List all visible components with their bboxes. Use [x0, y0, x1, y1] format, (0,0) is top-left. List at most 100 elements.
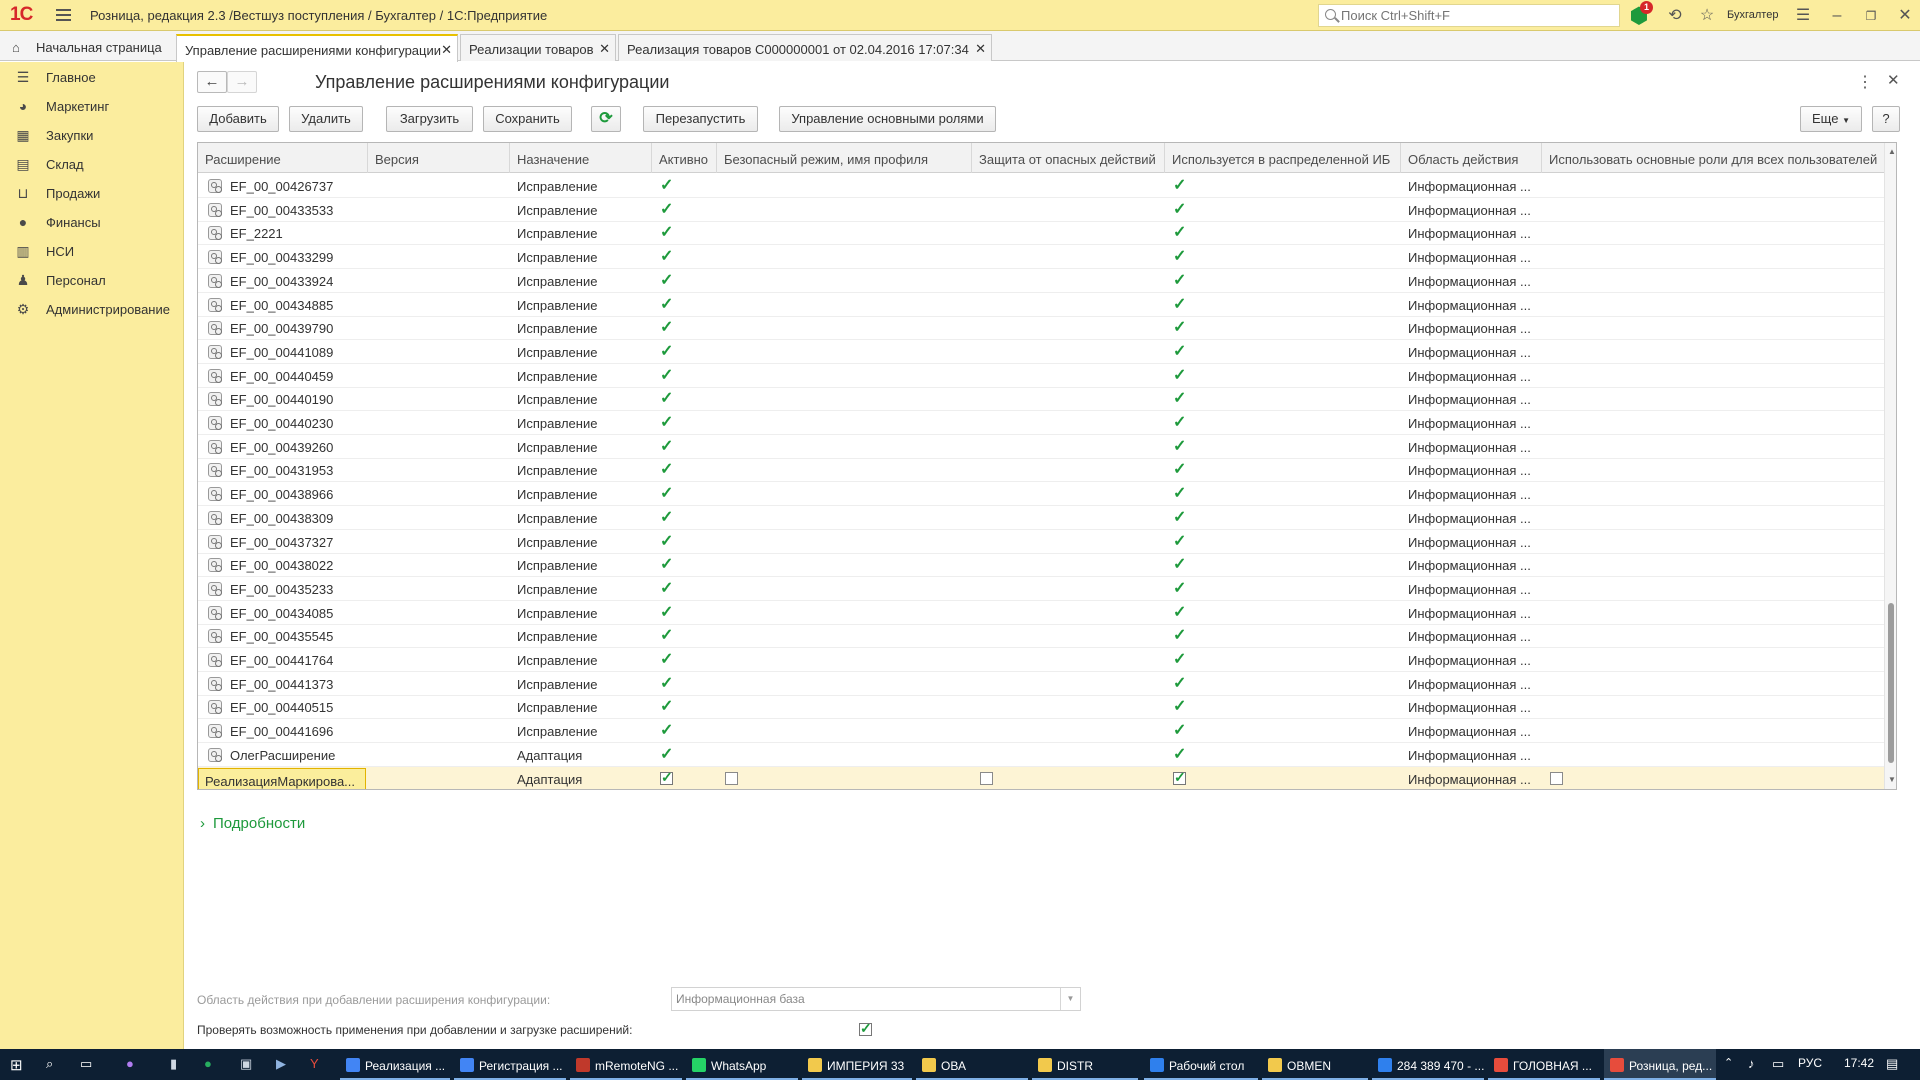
windows-start-icon[interactable]: ⊞	[10, 1056, 23, 1074]
taskbar-app[interactable]: Регистрация ...	[454, 1049, 566, 1080]
use-roles-cell[interactable]	[1542, 340, 1884, 364]
use-roles-cell[interactable]	[1542, 364, 1884, 388]
distributed-cell[interactable]: ✓	[1165, 387, 1401, 411]
purpose-cell[interactable]: Исправление	[510, 316, 652, 340]
table-row[interactable]: EF_00_00441764 Исправление ✓ ✓ Информационна…	[198, 648, 1884, 672]
favorites-star-icon[interactable]: ☆	[1696, 5, 1718, 27]
use-roles-cell[interactable]	[1542, 269, 1884, 293]
taskbar-app[interactable]: ИМПЕРИЯ 33	[802, 1049, 912, 1080]
sidebar-item-purchases[interactable]: ▦ Закупки	[0, 120, 184, 150]
protection-cell[interactable]	[972, 601, 1165, 625]
purpose-cell[interactable]: Исправление	[510, 340, 652, 364]
version-cell[interactable]	[368, 458, 510, 482]
scope-cell[interactable]: Информационная ...	[1401, 364, 1542, 388]
restore-icon[interactable]: ❐	[1860, 5, 1882, 27]
clock[interactable]: 17:42	[1844, 1056, 1874, 1070]
extension-name-cell[interactable]: EF_00_00433924	[198, 269, 368, 293]
extension-name-cell[interactable]: EF_00_00441696	[198, 719, 368, 743]
extension-name-cell[interactable]: EF_2221	[198, 221, 368, 245]
extension-name-cell[interactable]: EF_00_00441764	[198, 648, 368, 672]
active-cell[interactable]: ✓	[652, 293, 717, 317]
purpose-cell[interactable]: Исправление	[510, 624, 652, 648]
scope-cell[interactable]: Информационная ...	[1401, 198, 1542, 222]
safe-mode-cell[interactable]	[717, 411, 972, 435]
use-roles-cell[interactable]	[1542, 435, 1884, 459]
distributed-cell[interactable]: ✓	[1165, 435, 1401, 459]
active-cell[interactable]: ✓	[652, 672, 717, 696]
pinned-app-icon[interactable]: ▣	[240, 1056, 252, 1072]
active-cell[interactable]: ✓	[652, 411, 717, 435]
version-cell[interactable]	[368, 648, 510, 672]
verify-checkbox[interactable]	[859, 1020, 872, 1037]
scope-cell[interactable]: Информационная ...	[1401, 719, 1542, 743]
scope-cell[interactable]: Информационная ...	[1401, 245, 1542, 269]
version-cell[interactable]	[368, 743, 510, 767]
extension-name-cell[interactable]: EF_00_00435233	[198, 577, 368, 601]
tab-sales-list[interactable]: Реализации товаров ✕	[460, 34, 616, 61]
col-purpose[interactable]: Назначение	[510, 143, 652, 173]
table-row[interactable]: EF_00_00435545 Исправление ✓ ✓ Информационна…	[198, 624, 1884, 649]
refresh-icon[interactable]: ⟳	[591, 106, 621, 132]
details-expander[interactable]: › Подробности	[200, 815, 305, 832]
scope-cell[interactable]: Информационная ...	[1401, 269, 1542, 293]
sidebar-item-marketing[interactable]: ◕ Маркетинг	[0, 91, 184, 121]
table-row[interactable]: EF_00_00438966 Исправление ✓ ✓ Информационна…	[198, 482, 1884, 507]
protection-cell[interactable]	[972, 293, 1165, 317]
volume-icon[interactable]: ♪	[1748, 1056, 1755, 1071]
active-cell[interactable]	[652, 767, 717, 790]
extension-name-cell[interactable]: EF_00_00438309	[198, 506, 368, 530]
version-cell[interactable]	[368, 435, 510, 459]
taskbar-app[interactable]: Розница, ред...	[1604, 1049, 1716, 1080]
delete-button[interactable]: Удалить	[289, 106, 363, 132]
purpose-cell[interactable]: Адаптация	[510, 743, 652, 767]
notifications-center-icon[interactable]: ▤	[1886, 1056, 1898, 1072]
protection-cell[interactable]	[972, 387, 1165, 411]
protection-cell[interactable]	[972, 506, 1165, 530]
sidebar-item-finance[interactable]: ● Финансы	[0, 207, 184, 237]
distributed-cell[interactable]: ✓	[1165, 174, 1401, 198]
back-arrow-icon[interactable]: ←	[197, 71, 227, 93]
tab-home[interactable]: ⌂ Начальная страница	[0, 31, 170, 61]
version-cell[interactable]	[368, 340, 510, 364]
safe-mode-cell[interactable]	[717, 198, 972, 222]
active-cell[interactable]: ✓	[652, 174, 717, 198]
scroll-down-icon[interactable]: ▼	[1888, 775, 1896, 784]
distributed-cell[interactable]: ✓	[1165, 577, 1401, 601]
selected-table-row[interactable]: РеализацияМаркирова... Адаптация Информаци…	[198, 766, 1884, 790]
version-cell[interactable]	[368, 530, 510, 554]
version-cell[interactable]	[368, 482, 510, 506]
add-button[interactable]: Добавить	[197, 106, 279, 132]
extension-name-cell[interactable]: ОлегРасширение	[198, 743, 368, 767]
version-cell[interactable]	[368, 672, 510, 696]
extension-name-cell[interactable]: РеализацияМаркирова...	[198, 767, 366, 789]
col-safe-mode[interactable]: Безопасный режим, имя профиля	[717, 143, 972, 173]
col-version[interactable]: Версия	[368, 143, 510, 173]
distributed-cell[interactable]: ✓	[1165, 672, 1401, 696]
scope-cell[interactable]: Информационная ...	[1401, 601, 1542, 625]
purpose-cell[interactable]: Исправление	[510, 387, 652, 411]
active-cell[interactable]: ✓	[652, 435, 717, 459]
scope-cell[interactable]: Информационная ...	[1401, 316, 1542, 340]
pinned-app-icon[interactable]: Y	[310, 1056, 319, 1071]
scope-cell[interactable]: Информационная ...	[1401, 482, 1542, 506]
distributed-cell[interactable]	[1165, 767, 1401, 790]
distributed-cell[interactable]: ✓	[1165, 293, 1401, 317]
purpose-cell[interactable]: Исправление	[510, 482, 652, 506]
extension-name-cell[interactable]: EF_00_00440230	[198, 411, 368, 435]
scope-cell[interactable]: Информационная ...	[1401, 530, 1542, 554]
purpose-cell[interactable]: Адаптация	[510, 767, 652, 790]
close-tab-icon[interactable]: ✕	[599, 41, 610, 57]
table-row[interactable]: EF_00_00431953 Исправление ✓ ✓ Информационна…	[198, 458, 1884, 483]
table-row[interactable]: EF_00_00434885 Исправление ✓ ✓ Информационна…	[198, 293, 1884, 317]
purpose-cell[interactable]: Исправление	[510, 577, 652, 601]
distributed-cell[interactable]: ✓	[1165, 601, 1401, 625]
extension-name-cell[interactable]: EF_00_00440515	[198, 695, 368, 719]
active-cell[interactable]: ✓	[652, 695, 717, 719]
active-cell[interactable]: ✓	[652, 316, 717, 340]
history-icon[interactable]: ⟲	[1664, 5, 1686, 27]
safe-mode-cell[interactable]	[717, 506, 972, 530]
safe-mode-cell[interactable]	[717, 293, 972, 317]
active-cell[interactable]: ✓	[652, 458, 717, 482]
distributed-cell[interactable]: ✓	[1165, 364, 1401, 388]
scope-cell[interactable]: Информационная ...	[1401, 672, 1542, 696]
